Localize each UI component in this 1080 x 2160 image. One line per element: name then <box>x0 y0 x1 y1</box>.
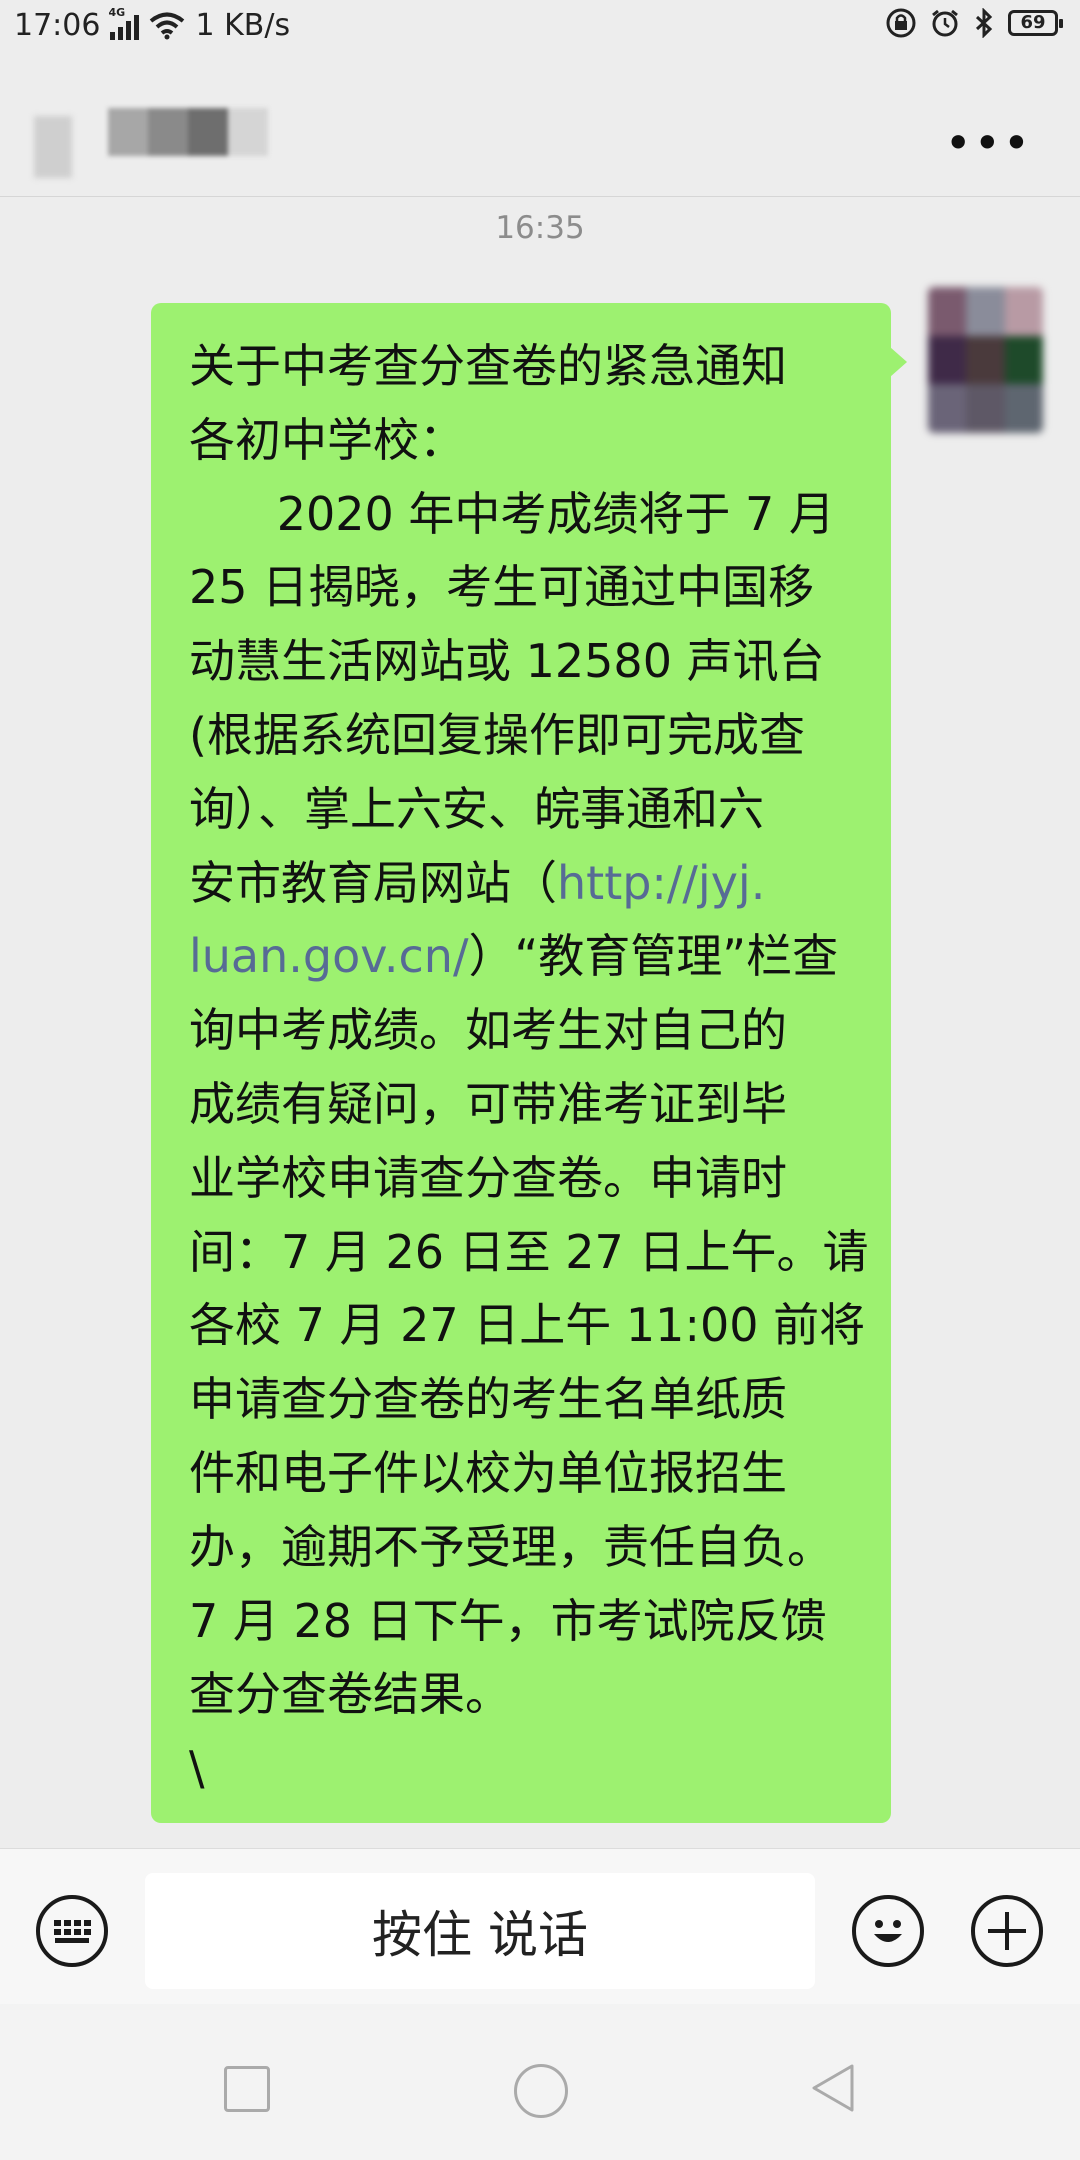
message-line: 办，逾期不予受理，责任自负。 <box>189 1519 833 1574</box>
message-line: 成绩有疑问，可带准考证到毕 <box>189 1076 787 1131</box>
message-line: (根据系统回复操作即可完成查 <box>189 707 805 762</box>
battery-level: 69 <box>1020 12 1046 33</box>
message-line: 各初中学校： <box>189 412 465 467</box>
message-line: 查分查卷结果。 <box>189 1667 511 1722</box>
lock-icon <box>886 8 916 38</box>
message-bubble[interactable]: 关于中考查分查卷的紧急通知 各初中学校： 2020 年中考成绩将于 7 月 25… <box>151 303 907 1823</box>
alarm-icon <box>932 9 958 37</box>
message-line: 申请查分查卷的考生名单纸质 <box>189 1372 787 1427</box>
signal-icon: 4G <box>108 6 140 40</box>
back-button[interactable] <box>34 116 72 178</box>
battery-icon: 69 <box>1008 10 1063 36</box>
message-line: 2020 年中考成绩将于 7 月 <box>189 486 835 541</box>
bluetooth-icon <box>975 8 993 38</box>
message-line: 业学校申请查分查卷。申请时 <box>189 1150 787 1205</box>
system-nav-bar <box>0 2004 1080 2160</box>
message-line: 7 月 28 日下午，市考试院反馈 <box>189 1593 827 1648</box>
message-line: 25 日揭晓，考生可通过中国移 <box>189 560 815 615</box>
contact-name <box>108 108 268 156</box>
more-options-button[interactable]: ••• <box>945 120 1032 166</box>
chat-title-bar: ••• <box>0 56 1080 197</box>
wifi-icon <box>150 12 185 39</box>
message-text: ）“教育管理”栏查 <box>468 929 839 984</box>
keyboard-icon[interactable] <box>36 1895 108 1967</box>
emoji-icon[interactable] <box>852 1895 924 1967</box>
message-line: 关于中考查分查卷的紧急通知 <box>189 339 787 393</box>
website-link[interactable]: http://jyj. <box>557 856 765 910</box>
message-text: 安市教育局网站（ <box>189 855 557 910</box>
plus-icon[interactable] <box>971 1895 1043 1967</box>
message-line: 件和电子件以校为单位报招生 <box>189 1445 787 1500</box>
home-icon[interactable] <box>514 2064 568 2118</box>
message-line: 询中考成绩。如考生对自己的 <box>189 1003 787 1058</box>
message-line: \ <box>189 1741 205 1796</box>
input-bar: 按住 说话 <box>0 1848 1080 2005</box>
message-line: 动慧生活网站或 12580 声讯台 <box>189 634 825 689</box>
status-time: 17:06 <box>14 8 101 43</box>
website-link-continued[interactable]: luan.gov.cn/ <box>189 929 468 983</box>
hold-to-talk-button[interactable]: 按住 说话 <box>145 1873 815 1989</box>
recent-apps-icon[interactable] <box>224 2066 270 2112</box>
message-line: 询）、掌上六安、皖事通和六 <box>189 781 764 836</box>
message-line: 间：7 月 26 日至 27 日上午。请 <box>189 1224 869 1279</box>
message-timestamp: 16:35 <box>495 210 585 246</box>
avatar[interactable] <box>928 287 1043 433</box>
message-line: 各校 7 月 27 日上午 11:00 前将 <box>189 1298 866 1353</box>
network-speed: 1 KB/s <box>195 8 291 43</box>
message-line-with-link: luan.gov.cn/）“教育管理”栏查 <box>189 920 855 994</box>
status-bar: 17:06 4G 1 KB/s 69 <box>0 0 1080 56</box>
back-icon[interactable] <box>810 2062 856 2114</box>
message-line-with-link: 安市教育局网站（http://jyj. <box>189 847 855 921</box>
